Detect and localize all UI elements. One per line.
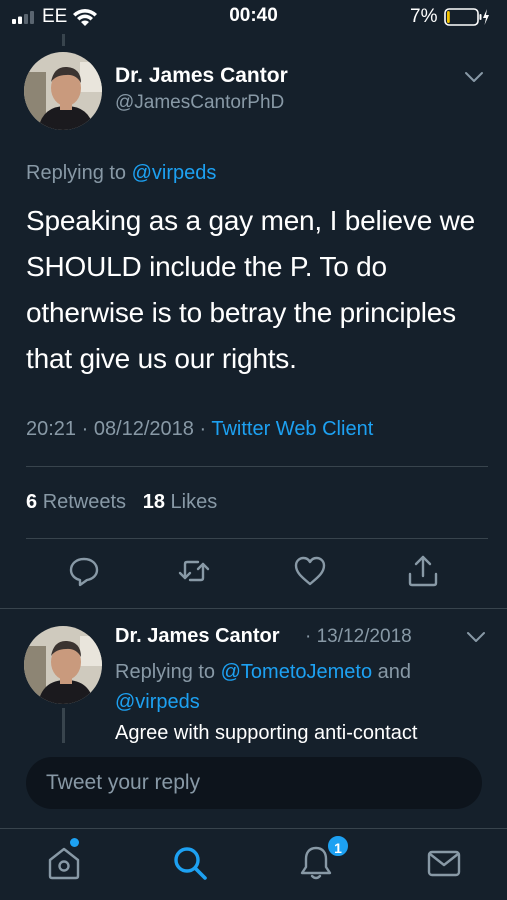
divider: [0, 608, 507, 609]
replying-to: Replying to @virpeds: [26, 162, 216, 185]
share-icon[interactable]: [405, 553, 441, 589]
thread-line: [62, 708, 65, 748]
retweets-label: Retweets: [42, 491, 127, 513]
mail-icon[interactable]: [424, 843, 464, 883]
divider: [26, 466, 488, 467]
chevron-down-icon[interactable]: [466, 630, 486, 644]
tweet-client-link[interactable]: Twitter Web Client: [211, 418, 373, 440]
author-handle[interactable]: @JamesCantorPhD: [115, 92, 284, 114]
chevron-down-icon[interactable]: [464, 70, 484, 84]
retweets-stat[interactable]: 6 Retweets: [26, 491, 126, 513]
reply-avatar[interactable]: [24, 626, 102, 704]
reply-text: Agree with supporting anti-contact: [115, 722, 418, 744]
likes-count: 18: [142, 491, 165, 513]
reply-replying-to: Replying to @TometoJemeto and @virpeds: [115, 657, 495, 717]
thread-line: [62, 34, 65, 46]
reply-author-name[interactable]: Dr. James Cantor: [115, 625, 280, 648]
heart-icon[interactable]: [292, 553, 328, 589]
avatar-image: [24, 52, 102, 130]
battery-icon: [444, 8, 489, 26]
retweets-count: 6: [26, 491, 38, 513]
tweet-actions: [0, 553, 507, 593]
home-unread-dot: [70, 838, 79, 847]
search-icon[interactable]: [170, 843, 210, 883]
likes-stat[interactable]: 18 Likes: [143, 491, 218, 513]
tweet-text: Speaking as a gay men, I believe we SHOU…: [26, 205, 476, 374]
status-bar: EE 00:40 7%: [0, 0, 507, 34]
retweet-icon[interactable]: [176, 553, 212, 589]
reply-icon[interactable]: [66, 553, 102, 589]
replying-to-prefix: Replying to: [26, 162, 132, 184]
tweet-stats: 6 Retweets 18 Likes: [26, 491, 217, 514]
divider: [26, 538, 488, 539]
author-display-name[interactable]: Dr. James Cantor: [115, 64, 288, 88]
tweet-reply-input[interactable]: [46, 757, 466, 809]
reply-mention-2[interactable]: @virpeds: [115, 691, 200, 713]
notifications-badge: 1: [326, 834, 350, 858]
bottom-panel: 1: [0, 743, 507, 900]
likes-label: Likes: [170, 491, 218, 513]
battery-percent: 7%: [410, 6, 438, 27]
tweet-timestamp: 20:21 · 08/12/2018 ·: [26, 418, 212, 440]
home-icon[interactable]: [44, 843, 84, 883]
reply-date: · 13/12/2018: [305, 626, 412, 647]
tweet-meta: 20:21 · 08/12/2018 · Twitter Web Client: [26, 418, 373, 441]
reply-replying-prefix: Replying to: [115, 661, 221, 683]
avatar[interactable]: [24, 52, 102, 130]
replying-to-link[interactable]: @virpeds: [132, 162, 217, 184]
reply-mention-1[interactable]: @TometoJemeto: [221, 661, 372, 683]
avatar-image: [24, 626, 102, 704]
reply-composer[interactable]: [26, 757, 482, 809]
reply-replying-and: and: [372, 661, 412, 683]
